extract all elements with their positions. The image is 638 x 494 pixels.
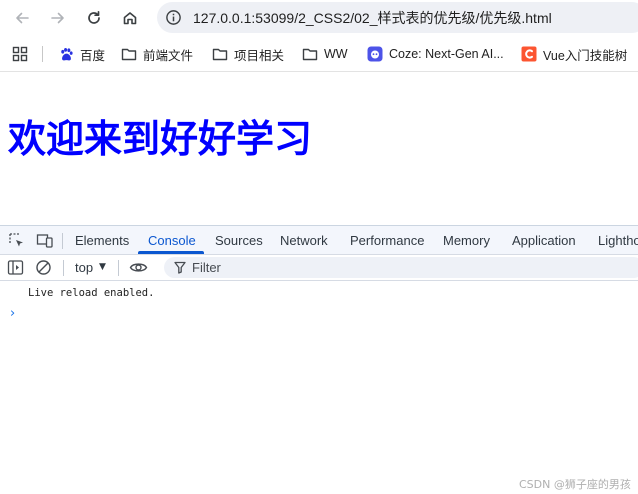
- folder-icon: [121, 46, 137, 62]
- filter-input[interactable]: Filter: [164, 257, 638, 278]
- browser-toolbar: 127.0.0.1:53099/2_CSS2/02_样式表的优先级/优先级.ht…: [0, 0, 638, 36]
- inspect-element-icon[interactable]: [8, 232, 26, 250]
- context-selector[interactable]: top: [75, 260, 93, 275]
- tab-network[interactable]: Network: [280, 233, 328, 248]
- apps-button[interactable]: [12, 45, 28, 63]
- device-toolbar-icon[interactable]: [36, 232, 54, 250]
- reload-icon: [88, 10, 100, 24]
- apps-grid-icon: [12, 46, 28, 62]
- devtools-tab-bar: Elements Console Sources Network Perform…: [0, 226, 638, 255]
- tab-sources[interactable]: Sources: [215, 233, 263, 248]
- bookmark-label: 项目相关: [234, 48, 285, 63]
- page-heading: 欢迎来到好好学习: [8, 117, 313, 161]
- bookmark-folder-ww[interactable]: WW: [302, 45, 348, 63]
- toolbar-separator: [62, 233, 63, 249]
- tab-memory[interactable]: Memory: [443, 233, 490, 248]
- bookmark-baidu[interactable]: 百度: [58, 45, 105, 63]
- folder-icon: [302, 46, 318, 62]
- bookmark-label: 前端文件: [143, 48, 194, 63]
- bookmark-label: 百度: [80, 48, 106, 63]
- eye-icon[interactable]: [129, 259, 148, 276]
- bookmark-coze[interactable]: Coze: Next-Gen AI...: [367, 45, 504, 63]
- toolbar-separator: [63, 260, 64, 276]
- home-button[interactable]: [118, 6, 142, 30]
- page-viewport: 欢迎来到好好学习: [0, 72, 638, 225]
- tab-console[interactable]: Console: [148, 233, 196, 248]
- bookmark-label: Coze: Next-Gen AI...: [389, 47, 504, 61]
- bookmarks-separator: [42, 46, 43, 62]
- active-tab-indicator: [138, 251, 204, 254]
- console-prompt[interactable]: ›: [10, 306, 15, 321]
- devtools-panel: Elements Console Sources Network Perform…: [0, 225, 638, 494]
- console-toolbar: top ▼ Filter: [0, 255, 638, 281]
- clear-console-icon[interactable]: [35, 259, 52, 276]
- url-text[interactable]: 127.0.0.1:53099/2_CSS2/02_样式表的优先级/优先级.ht…: [193, 8, 552, 28]
- baidu-paw-icon: [58, 46, 74, 62]
- address-bar[interactable]: 127.0.0.1:53099/2_CSS2/02_样式表的优先级/优先级.ht…: [157, 2, 638, 33]
- tab-performance[interactable]: Performance: [350, 233, 424, 248]
- tab-elements[interactable]: Elements: [75, 233, 129, 248]
- bookmarks-bar: 百度 前端文件 项目相关 WW Coze: Next-Gen AI... Vue…: [0, 36, 638, 72]
- tab-lighthouse[interactable]: Lighthouse: [598, 233, 638, 248]
- bookmark-folder-frontend[interactable]: 前端文件: [121, 45, 193, 63]
- bookmark-label: WW: [324, 47, 348, 61]
- back-button[interactable]: [10, 6, 34, 30]
- home-icon: [123, 12, 137, 25]
- filter-funnel-icon: [174, 261, 186, 274]
- forward-button[interactable]: [46, 6, 70, 30]
- tab-application[interactable]: Application: [512, 233, 576, 248]
- arrow-left-icon: [16, 12, 29, 24]
- csdn-watermark: CSDN @狮子座的男孩: [519, 478, 631, 491]
- folder-icon: [212, 46, 228, 62]
- filter-placeholder: Filter: [192, 260, 221, 275]
- sidebar-toggle-icon[interactable]: [7, 259, 24, 276]
- bookmark-folder-project[interactable]: 项目相关: [212, 45, 284, 63]
- site-info-icon[interactable]: [165, 9, 182, 26]
- bookmark-label: Vue入门技能树: [543, 48, 628, 63]
- arrow-right-icon: [51, 12, 64, 24]
- coze-icon: [367, 46, 383, 62]
- console-log-message: Live reload enabled.: [28, 287, 155, 299]
- csdn-c-icon: [521, 46, 537, 62]
- toolbar-separator: [118, 260, 119, 276]
- reload-button[interactable]: [82, 6, 106, 30]
- dropdown-arrow-icon[interactable]: ▼: [99, 262, 106, 272]
- bookmark-vue[interactable]: Vue入门技能树: [521, 45, 627, 63]
